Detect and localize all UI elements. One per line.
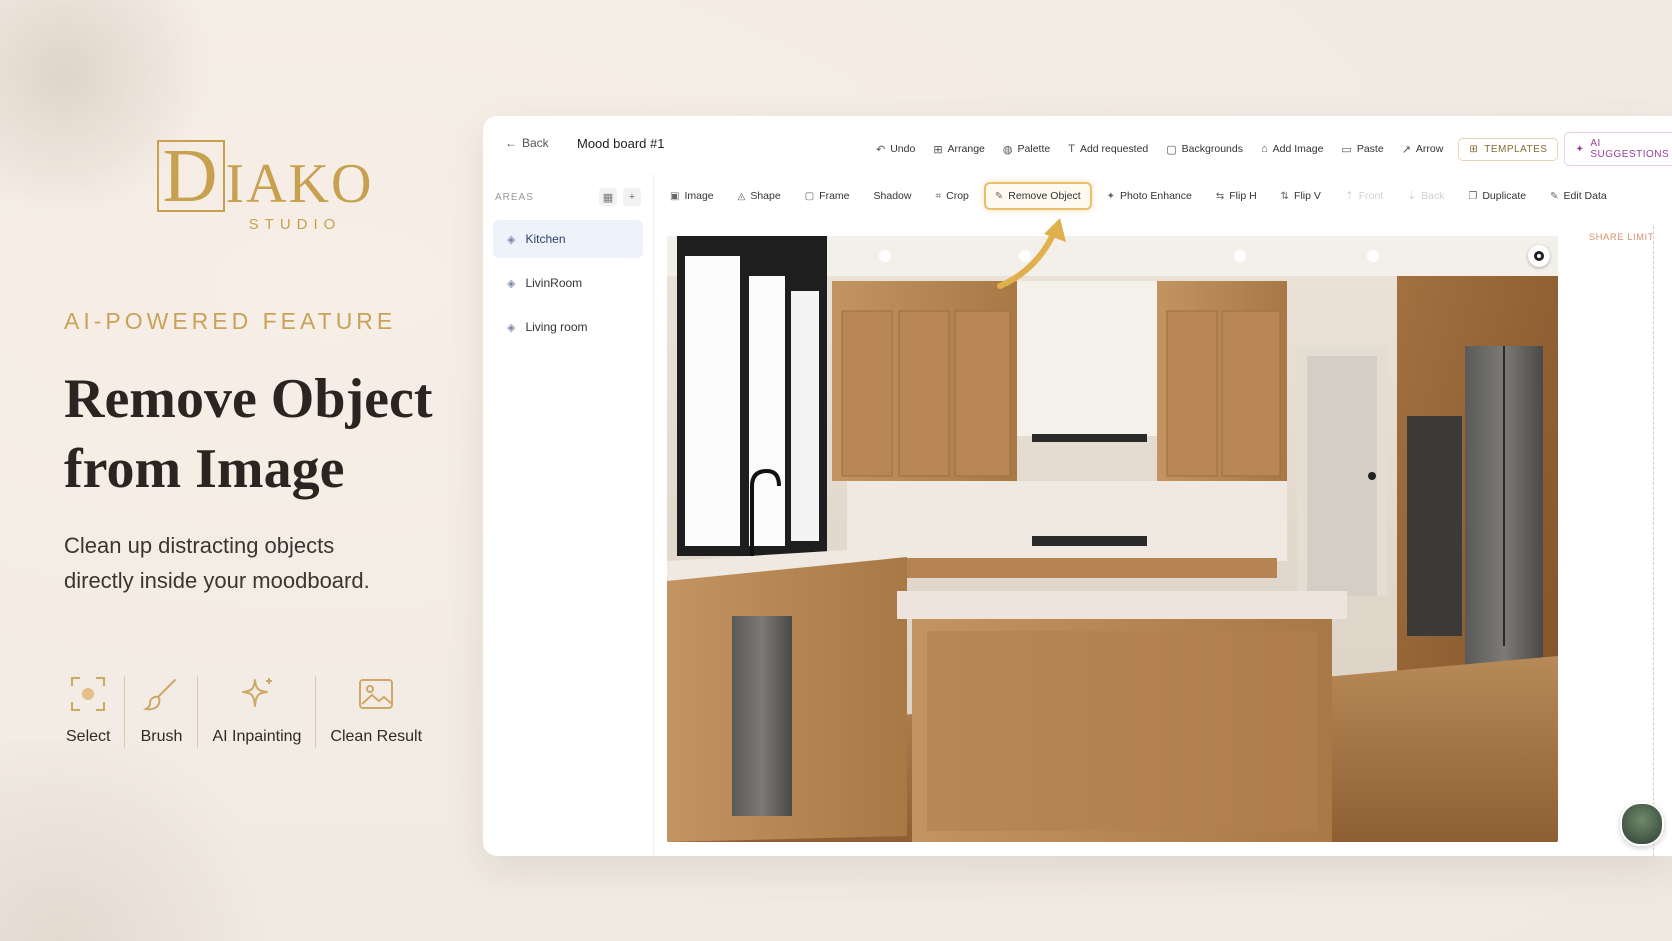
feature-tag: AI-POWERED FEATURE	[64, 308, 397, 334]
crop-button[interactable]: ⌗ Crop	[926, 184, 977, 208]
brand-logo: D IAKO STUDIO	[150, 138, 380, 234]
layers-icon: ◈	[507, 321, 516, 334]
top-bar: ← Back Mood board #1 ↶ Undo ⊞ Arrange ◍ Pal…	[483, 116, 1672, 174]
image-toolbar: ▣ Image ◬ Shape ▢ Frame Shadow ⌗ Crop ✎ Remov…	[653, 174, 1672, 218]
layers-icon: ◈	[507, 233, 516, 246]
text-icon: T	[1068, 143, 1075, 155]
top-actions: ↶ Undo ⊞ Arrange ◍ Palette T Add requested ▢…	[867, 132, 1672, 166]
shadow-button[interactable]: Shadow	[865, 184, 921, 208]
add-image-button[interactable]: ⌂ Add Image	[1252, 139, 1332, 159]
frame-icon: ▢	[804, 190, 815, 202]
flip-v-button[interactable]: ⇅ Flip V	[1272, 184, 1330, 208]
arrow-button[interactable]: ↗ Arrow	[1393, 139, 1453, 160]
arrange-button[interactable]: ⊞ Arrange	[924, 139, 994, 160]
duplicate-button[interactable]: ❐ Duplicate	[1459, 184, 1535, 208]
undo-button[interactable]: ↶ Undo	[867, 139, 924, 160]
duplicate-icon: ❐	[1468, 190, 1478, 202]
board-title[interactable]: Mood board #1	[577, 136, 664, 151]
layout-icon[interactable]: ▦	[599, 188, 617, 206]
arrow-icon: ↗	[1401, 143, 1411, 156]
sparkle-icon	[235, 672, 279, 716]
back-button[interactable]: ← Back	[505, 136, 549, 150]
undo-icon: ↶	[876, 143, 886, 156]
magic-wand-icon: ✦	[1106, 190, 1116, 202]
palette-icon: ◍	[1002, 143, 1013, 156]
step-select: Select	[52, 672, 124, 746]
decorative-shadow	[0, 741, 300, 941]
area-item-living-room[interactable]: ◈ Living room	[493, 308, 643, 346]
areas-sidebar: AREAS ▦ + ◈ Kitchen ◈ LivinRoom ◈ Living…	[483, 174, 654, 856]
background-icon: ▢	[1166, 143, 1177, 156]
grid-icon: ⊞	[933, 143, 943, 156]
brand-name: IAKO	[225, 153, 374, 216]
add-image-icon: ⌂	[1260, 143, 1268, 155]
grid-icon: ⊞	[1469, 143, 1479, 155]
pencil-icon: ✎	[1550, 190, 1559, 202]
photo-enhance-button[interactable]: ✦ Photo Enhance	[1098, 184, 1201, 208]
frame-button[interactable]: ▢ Frame	[796, 184, 859, 208]
eraser-icon: ✎	[994, 190, 1004, 202]
kitchen-illustration	[667, 236, 1558, 842]
backgrounds-button[interactable]: ▢ Backgrounds	[1157, 139, 1252, 160]
kitchen-photo[interactable]	[667, 236, 1558, 842]
sparkle-icon: ✦	[1575, 143, 1585, 155]
step-ai-inpainting: AI Inpainting	[198, 672, 315, 746]
eye-icon[interactable]	[1528, 245, 1550, 267]
brand-subtitle: STUDIO	[248, 216, 342, 234]
brush-icon	[139, 672, 183, 716]
add-text-button[interactable]: T Add requested	[1059, 139, 1157, 159]
shape-button[interactable]: ◬ Shape	[729, 184, 790, 208]
select-icon	[66, 672, 110, 716]
description-line-2: directly inside your moodboard.	[64, 568, 370, 593]
send-back-icon: ⇣	[1407, 190, 1417, 202]
image-icon: ▣	[670, 190, 680, 202]
templates-button[interactable]: ⊞ TEMPLATES	[1458, 137, 1559, 161]
flip-horizontal-icon: ⇆	[1215, 190, 1225, 202]
area-item-kitchen[interactable]: ◈ Kitchen	[493, 220, 643, 258]
areas-title: AREAS	[495, 191, 534, 203]
headline-line-2: from Image	[64, 438, 345, 500]
remove-object-button[interactable]: ✎ Remove Object	[983, 182, 1092, 210]
area-item-livinroom[interactable]: ◈ LivinRoom	[493, 264, 643, 302]
bring-front-button[interactable]: ⇡ Front	[1336, 184, 1392, 208]
add-area-icon[interactable]: +	[623, 188, 641, 206]
bring-front-icon: ⇡	[1344, 190, 1354, 202]
palette-button[interactable]: ◍ Palette	[994, 139, 1059, 160]
headline-line-1: Remove Object	[64, 368, 433, 430]
feature-steps: Select Brush AI Inpainting Clean Result	[52, 672, 436, 748]
shape-icon: ◬	[737, 190, 746, 202]
crop-icon: ⌗	[935, 190, 942, 202]
pointer-arrow-icon	[997, 218, 1066, 289]
share-limit-label: SHARE LIMIT	[1588, 232, 1654, 243]
image-icon	[354, 672, 398, 716]
arrow-left-icon: ←	[505, 136, 517, 150]
feature-description: Clean up distracting objects directly in…	[64, 528, 444, 598]
paste-button[interactable]: ▭ Paste	[1332, 139, 1392, 160]
step-clean-result: Clean Result	[316, 672, 436, 746]
step-brush: Brush	[125, 672, 197, 746]
edit-data-button[interactable]: ✎ Edit Data	[1541, 184, 1616, 208]
headline: Remove Object from Image	[64, 364, 484, 504]
flip-vertical-icon: ⇅	[1280, 190, 1290, 202]
layers-icon: ◈	[507, 277, 516, 290]
brand-initial: D	[156, 138, 226, 214]
image-button[interactable]: ▣ Image	[661, 184, 723, 208]
send-back-button[interactable]: ⇣ Back	[1398, 184, 1453, 208]
user-avatar[interactable]	[1620, 802, 1664, 846]
flip-h-button[interactable]: ⇆ Flip H	[1207, 184, 1266, 208]
paste-icon: ▭	[1341, 143, 1352, 156]
ai-suggestions-button[interactable]: ✦ AI SUGGESTIONS	[1564, 132, 1672, 166]
description-line-1: Clean up distracting objects	[64, 533, 335, 558]
